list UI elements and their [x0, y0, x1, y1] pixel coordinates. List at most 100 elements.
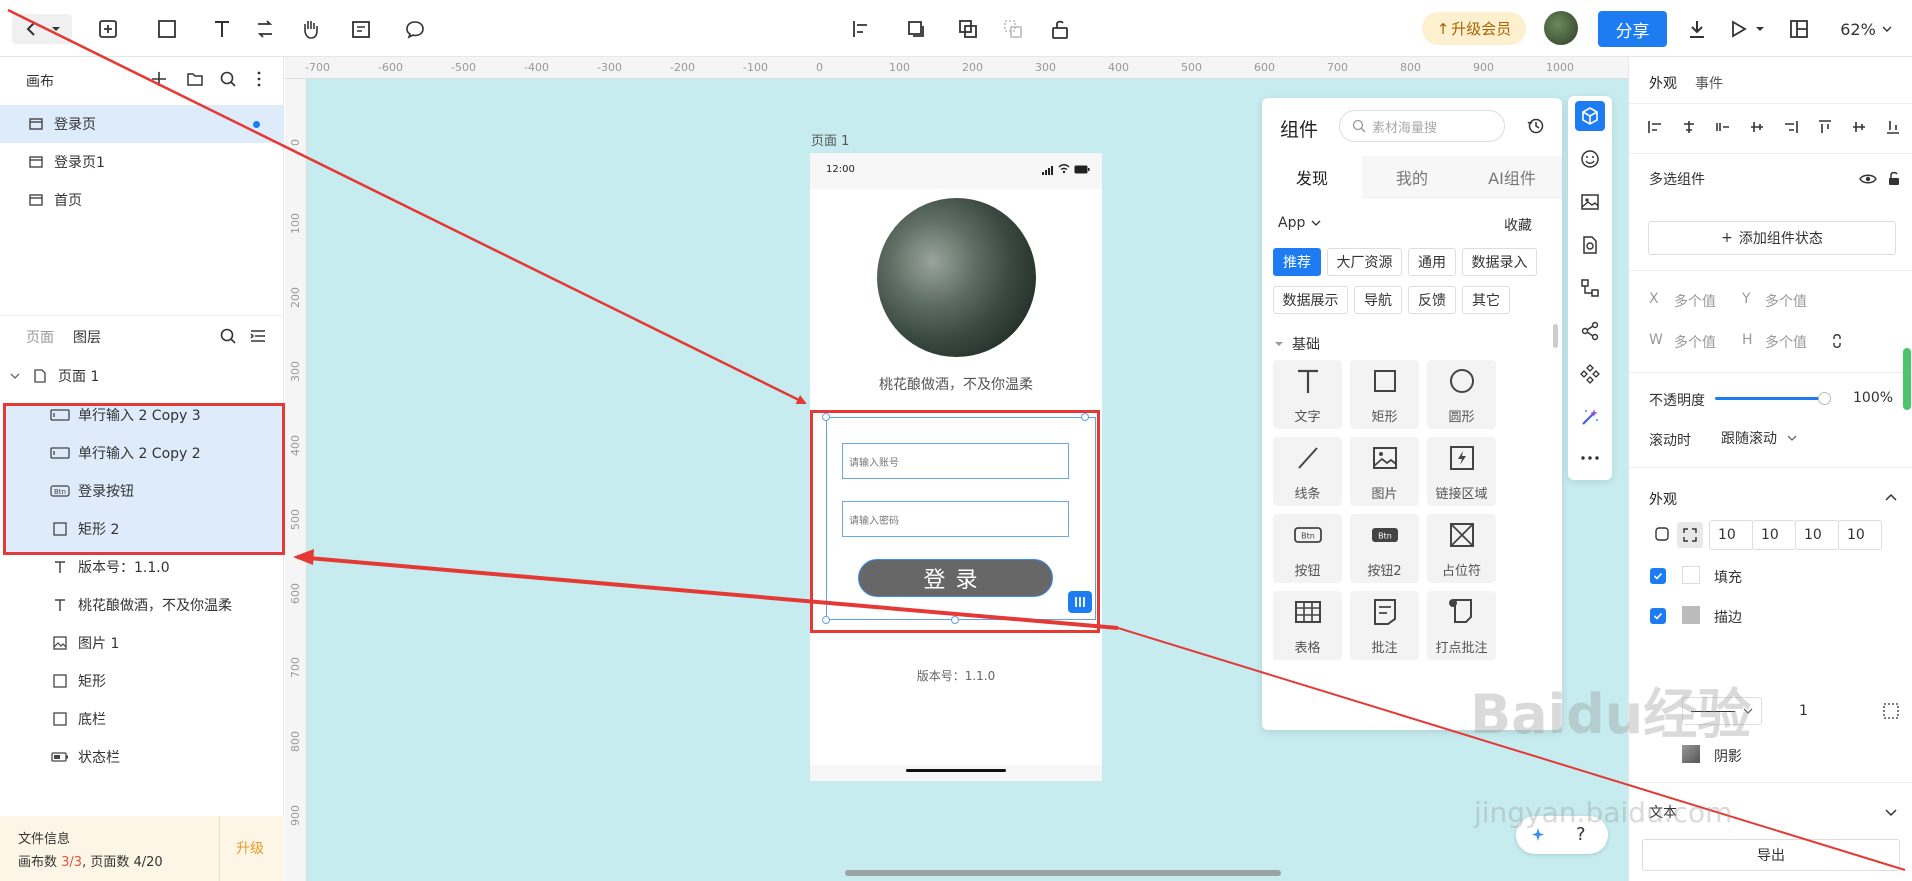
tag-other[interactable]: 其它: [1462, 286, 1510, 314]
align-right-icon[interactable]: [1715, 119, 1731, 135]
ai-magic-sidebar-button[interactable]: [1575, 402, 1605, 432]
tab-pages[interactable]: 页面: [26, 327, 54, 347]
tag-recommend[interactable]: 推荐: [1273, 248, 1321, 276]
scroll-behavior-select[interactable]: 跟随滚动: [1721, 428, 1797, 448]
upgrade-member-button[interactable]: ↑ 升级会员: [1422, 12, 1526, 45]
collapse-layers-icon[interactable]: [249, 327, 267, 345]
history-icon[interactable]: [1527, 117, 1545, 135]
layout-toggle-button[interactable]: [1784, 14, 1814, 44]
component-tile-placeholder[interactable]: 占位符: [1427, 514, 1496, 583]
tag-data-input[interactable]: 数据录入: [1462, 248, 1537, 276]
export-button[interactable]: 导出: [1642, 839, 1900, 871]
component-tile-button2[interactable]: Btn 按钮2: [1350, 514, 1419, 583]
tab-ai-components[interactable]: AI组件: [1462, 156, 1562, 198]
lock-button[interactable]: [1045, 14, 1075, 44]
component-tile-line[interactable]: 线条: [1273, 437, 1342, 506]
panel-scrollbar[interactable]: [1903, 348, 1911, 410]
align-top-icon[interactable]: [1817, 119, 1833, 135]
comment-tool-button[interactable]: [400, 14, 430, 44]
component-tile-rectangle[interactable]: 矩形: [1350, 360, 1419, 429]
upgrade-link[interactable]: 升级: [236, 838, 264, 858]
page-item-login[interactable]: 登录页: [0, 105, 284, 143]
help-icon[interactable]: ?: [1576, 824, 1586, 845]
uniform-radius-icon[interactable]: [1655, 527, 1669, 541]
sparkle-icon[interactable]: [1530, 826, 1548, 844]
tab-discover[interactable]: 发现: [1262, 156, 1362, 198]
tag-navigation[interactable]: 导航: [1354, 286, 1402, 314]
page-item-login1[interactable]: 登录页1: [0, 143, 284, 181]
tag-feedback[interactable]: 反馈: [1408, 286, 1456, 314]
favorites-link[interactable]: 收藏: [1504, 215, 1532, 235]
x-value[interactable]: 多个值: [1674, 291, 1716, 311]
ungroup-button[interactable]: [998, 14, 1028, 44]
component-tile-comment[interactable]: 批注: [1350, 591, 1419, 660]
more-sidebar-button[interactable]: [1575, 443, 1605, 473]
add-component-state-button[interactable]: + 添加组件状态: [1648, 221, 1896, 255]
folder-icon[interactable]: [186, 70, 204, 88]
search-icon[interactable]: [219, 70, 237, 88]
align-button[interactable]: [840, 14, 882, 44]
tab-layers[interactable]: 图层: [73, 327, 101, 347]
image-sidebar-button[interactable]: [1575, 187, 1605, 217]
basic-section-header[interactable]: 基础: [1274, 334, 1320, 354]
align-right-edge-icon[interactable]: [1783, 119, 1799, 135]
unlock-icon[interactable]: [1886, 170, 1902, 186]
individual-radius-button[interactable]: [1677, 522, 1703, 548]
fill-checkbox[interactable]: [1650, 568, 1666, 584]
shadow-swatch[interactable]: [1682, 745, 1700, 763]
align-bottom-icon[interactable]: [1885, 119, 1901, 135]
zoom-select[interactable]: 62%: [1836, 14, 1896, 44]
fill-color-swatch[interactable]: [1682, 566, 1700, 584]
mindmap-sidebar-button[interactable]: [1575, 316, 1605, 346]
stroke-color-swatch[interactable]: [1682, 606, 1700, 624]
opacity-slider-track[interactable]: [1715, 397, 1825, 400]
download-button[interactable]: [1682, 14, 1712, 44]
align-left-icon[interactable]: [1647, 119, 1663, 135]
tag-data-display[interactable]: 数据展示: [1273, 286, 1348, 314]
component-tile-image[interactable]: 图片: [1350, 437, 1419, 506]
add-canvas-icon[interactable]: [150, 70, 168, 88]
layer-bottom-bar[interactable]: 底栏: [0, 700, 284, 738]
tab-appearance[interactable]: 外观: [1649, 73, 1677, 93]
horizontal-scrollbar[interactable]: [845, 870, 1281, 876]
group-button[interactable]: [953, 14, 983, 44]
w-value[interactable]: 多个值: [1674, 332, 1716, 352]
rectangle-tool-button[interactable]: [146, 14, 188, 44]
eye-icon[interactable]: [1859, 170, 1877, 188]
components-sidebar-button[interactable]: [1575, 101, 1605, 131]
h-value[interactable]: 多个值: [1765, 332, 1807, 352]
component-tile-button[interactable]: Btn 按钮: [1273, 514, 1342, 583]
layer-root-page[interactable]: 页面 1: [0, 357, 284, 395]
arrange-button[interactable]: [896, 14, 938, 44]
layer-slogan-text[interactable]: 桃花酿做酒，不及你温柔: [0, 586, 284, 624]
radius-bottom-left-input[interactable]: 10: [1838, 520, 1882, 550]
app-select[interactable]: App: [1278, 215, 1321, 231]
avatar[interactable]: [1544, 11, 1578, 45]
hand-tool-button[interactable]: [295, 14, 325, 44]
align-center-vertical-icon[interactable]: [1851, 119, 1867, 135]
component-tile-pin-comment[interactable]: 打点批注: [1427, 591, 1496, 660]
component-tile-circle[interactable]: 圆形: [1427, 360, 1496, 429]
page-item-home[interactable]: 首页: [0, 181, 284, 219]
opacity-value[interactable]: 100%: [1853, 390, 1893, 406]
frame-label[interactable]: 页面 1: [811, 130, 849, 149]
radius-bottom-right-input[interactable]: 10: [1795, 520, 1839, 550]
note-tool-button[interactable]: [340, 14, 382, 44]
stroke-width-value[interactable]: 1: [1799, 703, 1808, 719]
component-tile-table[interactable]: 表格: [1273, 591, 1342, 660]
tag-general[interactable]: 通用: [1408, 248, 1456, 276]
align-center-horizontal-icon[interactable]: [1681, 119, 1697, 135]
link-ratio-icon[interactable]: [1831, 333, 1843, 349]
align-middle-icon[interactable]: [1749, 119, 1765, 135]
stroke-checkbox[interactable]: [1650, 608, 1666, 624]
search-icon[interactable]: [219, 327, 237, 345]
dashed-border-icon[interactable]: [1883, 703, 1899, 719]
layer-image-1[interactable]: 图片 1: [0, 624, 284, 662]
layer-rectangle[interactable]: 矩形: [0, 662, 284, 700]
tag-big-company[interactable]: 大厂资源: [1327, 248, 1402, 276]
components-scrollbar[interactable]: [1553, 324, 1558, 348]
radius-top-left-input[interactable]: 10: [1709, 520, 1753, 550]
flow-sidebar-button[interactable]: [1575, 273, 1605, 303]
chevron-up-icon[interactable]: [1884, 491, 1898, 505]
radius-top-right-input[interactable]: 10: [1752, 520, 1796, 550]
